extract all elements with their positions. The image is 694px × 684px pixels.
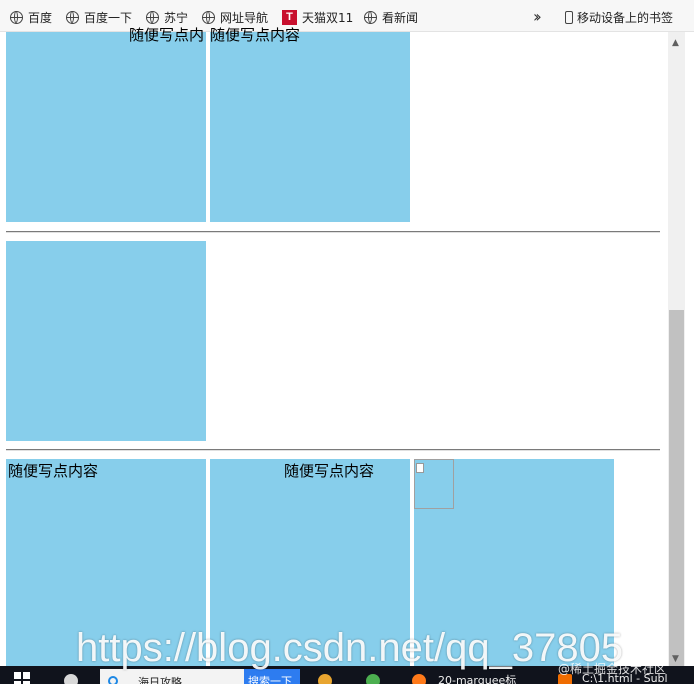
- globe-icon: [364, 10, 377, 24]
- mobile-bookmarks-label: 移动设备上的书签: [577, 10, 674, 25]
- windows-start-icon[interactable]: [14, 672, 30, 684]
- taskbar-search-text: 海日攻略: [138, 676, 182, 684]
- box-4: 随便写点内容: [6, 459, 206, 666]
- bookmark-label: 苏宁: [164, 10, 189, 25]
- taskbar-search[interactable]: 海日攻略: [100, 669, 244, 684]
- double-chevron-right-icon[interactable]: ››: [533, 7, 542, 26]
- bookmark-label: 百度: [28, 10, 53, 25]
- bookmarks-bar: 百度 百度一下 苏宁 网址导航 T 天猫双11 看新闻 ›› 移动设备上的书签: [0, 0, 694, 32]
- bookmark-baidu[interactable]: 百度: [10, 8, 52, 26]
- globe-icon: [66, 10, 79, 24]
- broken-image-icon: [414, 459, 454, 509]
- phone-icon: [565, 10, 573, 24]
- scroll-up-icon[interactable]: ▲: [672, 38, 679, 48]
- taskbar-app-icon[interactable]: [318, 674, 332, 684]
- bookmark-suning[interactable]: 苏宁: [146, 8, 188, 26]
- box-1: 随便写点内: [6, 26, 206, 222]
- watermark-sub: @稀土掘金技术社区: [558, 662, 667, 676]
- divider: [6, 449, 660, 451]
- bookmark-label: 百度一下: [84, 10, 133, 25]
- bookmark-tmall[interactable]: T 天猫双11: [282, 8, 353, 26]
- box-2-text: 随便写点内容: [210, 26, 301, 44]
- box-3: [6, 241, 206, 441]
- search-icon: [108, 676, 118, 684]
- mobile-bookmarks[interactable]: 移动设备上的书签: [565, 8, 673, 26]
- bookmark-label: 网址导航: [220, 10, 269, 25]
- bookmark-label: 看新闻: [382, 10, 419, 25]
- taskbar-search-button[interactable]: 搜索一下: [244, 669, 300, 684]
- globe-icon: [202, 10, 215, 24]
- divider: [6, 231, 660, 233]
- bookmark-news[interactable]: 看新闻: [364, 8, 418, 26]
- box-5: 随便写点内容: [210, 459, 410, 666]
- globe-icon: [10, 10, 23, 24]
- box-1-text: 随便写点内: [129, 26, 205, 44]
- globe-icon: [146, 10, 159, 24]
- taskbar-app-icon[interactable]: [64, 674, 78, 684]
- box-5-text: 随便写点内容: [284, 462, 375, 480]
- scrollbar-thumb[interactable]: [669, 310, 684, 666]
- scroll-down-icon[interactable]: ▼: [672, 654, 679, 664]
- vertical-scrollbar[interactable]: ▲ ▼: [668, 32, 685, 666]
- bookmark-label: 天猫双11: [302, 10, 354, 25]
- taskbar-app-label[interactable]: 20-marquee标: [438, 672, 516, 684]
- taskbar-app-icon[interactable]: [366, 674, 380, 684]
- firefox-icon[interactable]: [412, 674, 426, 684]
- bookmark-baidu-yixia[interactable]: 百度一下: [66, 8, 132, 26]
- box-2: 随便写点内容: [210, 26, 410, 222]
- tmall-icon: T: [282, 9, 297, 25]
- bookmark-navigation[interactable]: 网址导航: [202, 8, 268, 26]
- box-4-text: 随便写点内容: [8, 462, 99, 480]
